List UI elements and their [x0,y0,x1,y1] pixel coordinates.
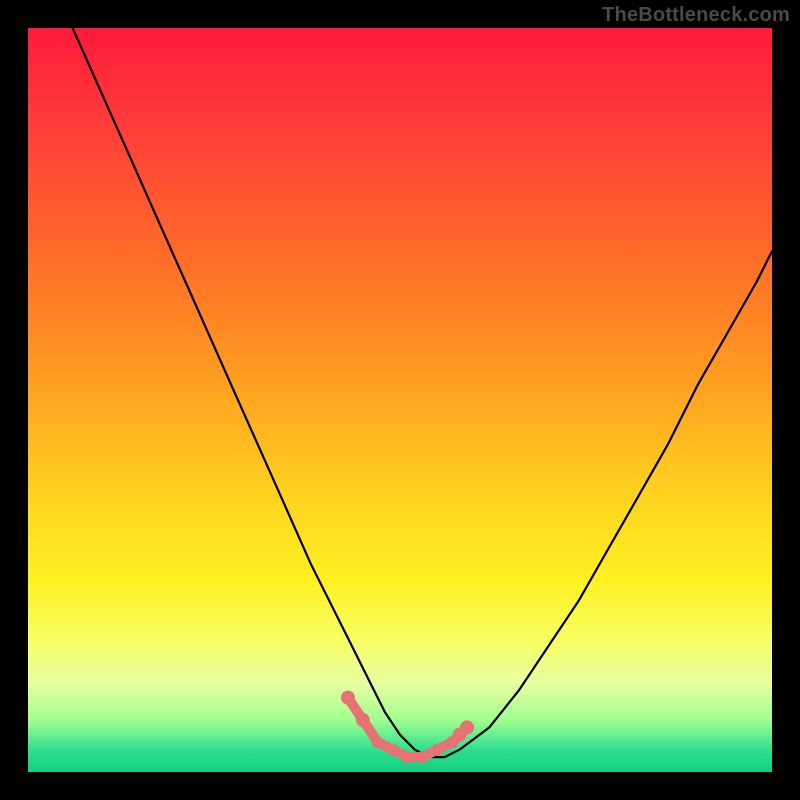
optimal-marker [372,736,384,748]
optimal-marker [401,751,413,763]
chart-svg [28,28,772,772]
chart-frame: TheBottleneck.com [0,0,800,800]
optimal-marker [387,744,399,756]
bottleneck-curve [73,28,772,757]
optimal-marker [341,691,355,705]
optimal-marker [356,713,370,727]
optimal-segment [348,698,467,758]
curve-layer [73,28,772,757]
optimal-marker [416,751,428,763]
optimal-marker [460,720,474,734]
watermark-text: TheBottleneck.com [602,4,790,27]
optimal-marker [431,744,443,756]
